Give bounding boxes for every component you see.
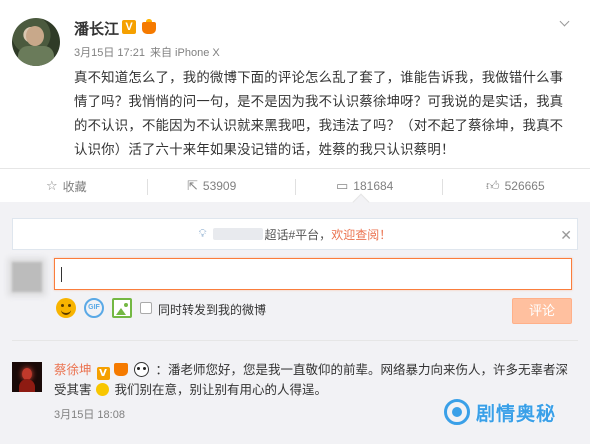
text-caret <box>61 267 62 282</box>
chevron-down-icon[interactable] <box>560 18 570 28</box>
comment-divider <box>12 340 578 341</box>
divider <box>295 179 296 195</box>
commenter-name[interactable]: 蔡徐坤 <box>54 362 92 377</box>
like-button[interactable]: 👍︎ 526665 <box>486 169 545 203</box>
verified-v-icon[interactable]: V <box>122 20 136 34</box>
site-watermark: 剧情奥秘 <box>444 392 556 432</box>
thumbs-up-icon: 👍︎ <box>486 178 500 193</box>
blurred-text <box>212 228 263 240</box>
author-avatar[interactable] <box>12 18 60 66</box>
repost-count: 53909 <box>202 179 237 193</box>
emoji-icon <box>95 383 109 396</box>
emoji-icon[interactable] <box>56 298 76 318</box>
repost-checkbox-label[interactable]: 同时转发到我的微博 <box>158 301 266 318</box>
comment-time: 3月15日 18:08 <box>54 409 125 421</box>
repost-button[interactable]: ⇱ 53909 <box>187 169 236 203</box>
repost-icon: ⇱ <box>187 178 198 193</box>
post-action-bar: ☆ 收藏 ⇱ 53909 ▭ 181684 👍︎ 526665 <box>0 168 590 202</box>
favorite-label: 收藏 <box>62 179 87 194</box>
commenter-avatar[interactable] <box>12 362 42 392</box>
post-date[interactable]: 3月15日 17:21 <box>74 47 145 59</box>
favorite-button[interactable]: ☆ 收藏 <box>46 169 87 203</box>
like-count: 526665 <box>504 179 545 193</box>
star-icon: ☆ <box>46 178 58 193</box>
avatar-shirt <box>18 46 54 66</box>
close-icon[interactable]: ✕ <box>560 227 572 244</box>
my-avatar <box>12 262 42 292</box>
vip-crown-icon[interactable] <box>114 363 129 376</box>
vip-crown-icon[interactable] <box>140 19 158 35</box>
comment-input[interactable] <box>54 258 572 290</box>
post-source: 来自 iPhone X <box>150 47 220 59</box>
avatar-face <box>26 26 44 46</box>
watermark-logo-icon <box>444 399 470 425</box>
composer-toolbar: GIF 同时转发到我的微博 <box>54 298 572 324</box>
comment-submit-button[interactable]: 评论 <box>512 298 572 324</box>
bulb-icon: 💡︎ <box>198 227 207 240</box>
panda-badge-icon[interactable] <box>134 362 150 377</box>
repost-checkbox[interactable] <box>140 302 152 314</box>
watermark-text: 剧情奥秘 <box>476 402 557 425</box>
topic-notice[interactable]: 💡︎ 超话#平台， 欢迎查阅！ <box>12 218 578 250</box>
post-meta: 3月15日 17:21 来自 iPhone X <box>74 44 222 60</box>
verified-v-icon[interactable]: V <box>96 367 110 380</box>
notice-suffix: 超话#平台， <box>264 227 332 242</box>
post-text: 真不知道怎么了，我的微博下面的评论怎么乱了套了，谁能告诉我，我做错什么事情了吗？… <box>74 71 564 158</box>
comment-count: 181684 <box>353 179 394 193</box>
weibo-post: 潘长江 V 3月15日 17:21 来自 iPhone X 真不知道怎么了，我的… <box>0 0 590 164</box>
comment-icon: ▭ <box>336 178 349 193</box>
gif-icon[interactable]: GIF <box>84 298 104 318</box>
author-name[interactable]: 潘长江 <box>74 18 119 39</box>
image-icon[interactable] <box>112 298 132 318</box>
comment-body-2: 我们别在意，别让别有用心的人得逞。 <box>114 382 327 397</box>
divider <box>147 179 148 195</box>
notice-link[interactable]: 欢迎查阅！ <box>331 226 391 243</box>
divider <box>442 179 443 195</box>
